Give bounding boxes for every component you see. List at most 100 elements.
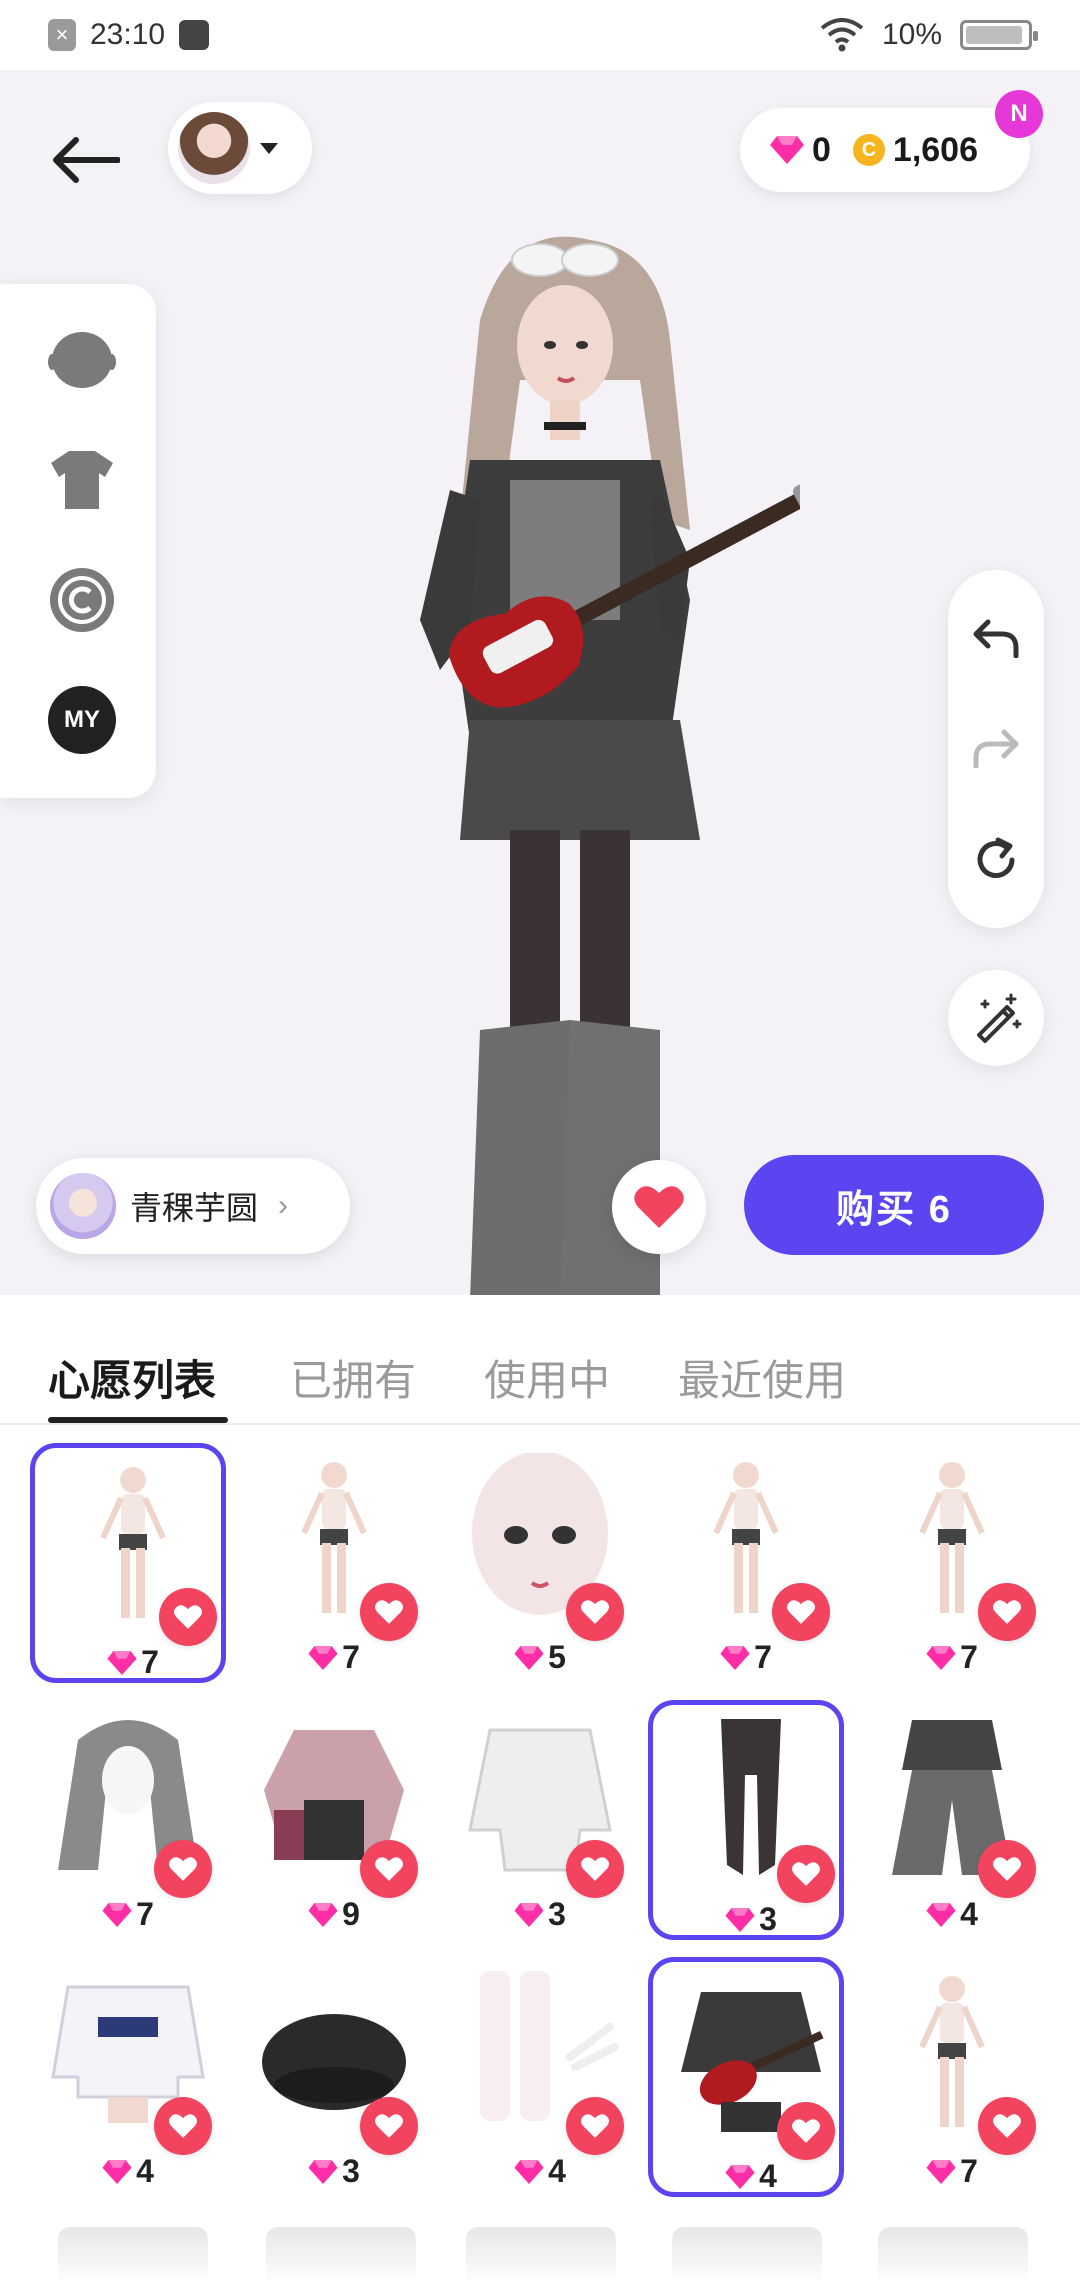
- tab-recent[interactable]: 最近使用: [678, 1347, 846, 1408]
- reset-button[interactable]: [966, 830, 1026, 890]
- favorite-heart-button[interactable]: [777, 2102, 835, 2160]
- favorite-heart-button[interactable]: [566, 1840, 624, 1898]
- item-card[interactable]: 4: [30, 1957, 226, 2197]
- item-price-value: 9: [342, 1896, 360, 1932]
- buy-button[interactable]: 购买 6: [744, 1155, 1044, 1255]
- favorite-heart-button[interactable]: [978, 1583, 1036, 1641]
- item-price-value: 4: [960, 1896, 978, 1932]
- favorite-heart-button[interactable]: [777, 1845, 835, 1903]
- currency-panel[interactable]: 0 C 1,606: [740, 108, 1030, 192]
- item-card[interactable]: 3: [442, 1700, 638, 1940]
- item-price-value: 7: [960, 2153, 978, 2189]
- item-price-value: 7: [754, 1639, 772, 1675]
- magic-wand-button[interactable]: [948, 970, 1044, 1066]
- status-time: 23:10: [90, 18, 166, 51]
- gem-icon: [770, 136, 804, 164]
- gem-icon: [107, 1650, 137, 1675]
- item-card[interactable]: 9: [236, 1700, 432, 1940]
- item-card[interactable]: 7: [854, 1443, 1050, 1683]
- tab-in-use[interactable]: 使用中: [484, 1347, 610, 1408]
- favorite-heart-button[interactable]: [978, 2097, 1036, 2155]
- item-grid: 7 7 5 7 7 7 9 3 3 4 4 3 4 4 7: [0, 1427, 1080, 2280]
- next-row-item: [266, 2227, 416, 2280]
- item-price: 5: [442, 1639, 638, 1676]
- favorite-heart-button[interactable]: [360, 1583, 418, 1641]
- heart-icon: [375, 2114, 403, 2138]
- side-item-face[interactable]: [48, 326, 116, 394]
- item-card[interactable]: 5: [442, 1443, 638, 1683]
- avatar-character: [420, 236, 800, 1295]
- character-switcher[interactable]: [168, 102, 312, 194]
- history-panel: [948, 570, 1044, 928]
- item-price-value: 3: [342, 2153, 360, 2189]
- item-card[interactable]: 4: [854, 1700, 1050, 1940]
- item-price-value: 4: [136, 2153, 154, 2189]
- copyright-icon: [50, 568, 114, 632]
- gem-icon: [926, 1645, 956, 1670]
- gem-icon: [725, 1907, 755, 1932]
- side-item-creator[interactable]: [48, 566, 116, 634]
- favorite-heart-button[interactable]: [154, 2097, 212, 2155]
- heart-icon: [169, 2114, 197, 2138]
- item-card[interactable]: 7: [30, 1443, 226, 1683]
- creator-name: 青稞芋圆: [130, 1190, 259, 1226]
- item-card[interactable]: 4: [442, 1957, 638, 2197]
- next-row-item: [58, 2227, 208, 2280]
- heart-icon: [375, 1600, 403, 1624]
- redo-button[interactable]: [966, 718, 1026, 778]
- avatar-stage: 0 C 1,606 N MY 青稞芋圆 › 购买 6: [0, 70, 1080, 1295]
- notification-close-icon: ×: [48, 19, 76, 51]
- battery-icon: [960, 20, 1038, 50]
- favorite-heart-button[interactable]: [772, 1583, 830, 1641]
- gem-icon: [926, 2159, 956, 2184]
- favorite-heart-button[interactable]: [566, 2097, 624, 2155]
- battery-percent: 10%: [881, 18, 942, 51]
- new-badge[interactable]: N: [995, 90, 1043, 138]
- avatar: [178, 112, 250, 184]
- item-price: 9: [236, 1896, 432, 1933]
- favorite-heart-button[interactable]: [154, 1840, 212, 1898]
- wishlist-heart-button[interactable]: [612, 1160, 706, 1254]
- gem-icon: [308, 2159, 338, 2184]
- refresh-icon: [977, 837, 1015, 878]
- favorite-heart-button[interactable]: [360, 1840, 418, 1898]
- magic-wand-icon: [977, 993, 1022, 1043]
- item-price-value: 7: [342, 1639, 360, 1675]
- item-price-value: 7: [136, 1896, 154, 1932]
- app-notification-icon: [179, 20, 210, 50]
- favorite-heart-button[interactable]: [566, 1583, 624, 1641]
- undo-button[interactable]: [966, 608, 1026, 668]
- gem-count: 0: [812, 130, 831, 169]
- heart-icon: [634, 1186, 684, 1228]
- tab-owned[interactable]: 已拥有: [290, 1347, 416, 1408]
- item-card[interactable]: 7: [648, 1443, 844, 1683]
- item-card[interactable]: 3: [236, 1957, 432, 2197]
- item-price: 7: [236, 1639, 432, 1676]
- heart-icon: [993, 1857, 1021, 1881]
- item-price: 4: [30, 2153, 226, 2190]
- item-card[interactable]: 3: [648, 1700, 844, 1940]
- back-button[interactable]: [40, 115, 130, 205]
- item-card[interactable]: 7: [854, 1957, 1050, 2197]
- wifi-icon: [820, 18, 864, 52]
- next-row-item: [466, 2227, 616, 2280]
- creator-pill[interactable]: 青稞芋圆 ›: [36, 1158, 350, 1254]
- favorite-heart-button[interactable]: [978, 1840, 1036, 1898]
- item-card[interactable]: 7: [236, 1443, 432, 1683]
- favorite-heart-button[interactable]: [159, 1588, 217, 1646]
- item-price: 3: [653, 1901, 849, 1938]
- side-item-my[interactable]: MY: [48, 686, 116, 754]
- category-side-menu: MY: [0, 284, 156, 798]
- heart-icon: [174, 1605, 202, 1629]
- gem-icon: [514, 1902, 544, 1927]
- gem-icon: [308, 1902, 338, 1927]
- item-card[interactable]: 4: [648, 1957, 844, 2197]
- item-price-value: 3: [548, 1896, 566, 1932]
- side-item-clothing[interactable]: [48, 446, 116, 514]
- item-card[interactable]: 7: [30, 1700, 226, 1940]
- item-price-value: 4: [548, 2153, 566, 2189]
- gem-icon: [102, 1902, 132, 1927]
- tab-wishlist[interactable]: 心愿列表: [48, 1347, 216, 1408]
- favorite-heart-button[interactable]: [360, 2097, 418, 2155]
- heart-icon: [581, 1600, 609, 1624]
